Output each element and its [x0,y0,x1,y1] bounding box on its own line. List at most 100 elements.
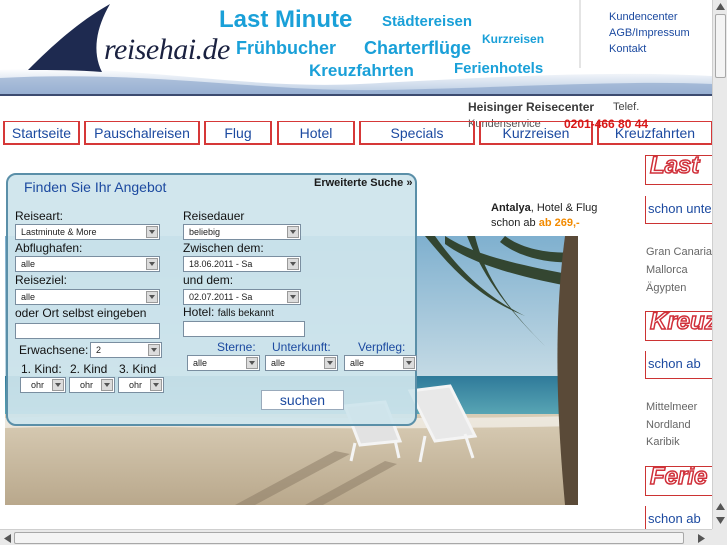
kind2-label: 2. Kind [70,362,108,376]
hotel-input[interactable] [183,321,305,337]
header-link-staedtereisen[interactable]: Städtereisen [382,13,472,30]
sterne-value: alle [193,358,208,368]
scrollbar-corner [712,529,727,545]
reiseart-select[interactable]: Lastminute & More [15,224,160,240]
nav-tab-flug[interactable]: Flug [204,121,272,145]
chevron-down-icon [324,357,336,369]
nav-tab-specials[interactable]: Specials [359,121,475,145]
header-link-last-minute[interactable]: Last Minute [219,6,352,34]
hotel-hint: falls bekannt [217,308,274,319]
unterkunft-value: alle [271,358,286,368]
horizontal-scroll-thumb[interactable] [14,532,684,544]
chevron-down-icon [146,258,158,270]
promo-prefix: schon ab [491,217,536,229]
logo-text[interactable]: reisehai.de [104,33,230,67]
kind2-select[interactable]: ohr [69,377,115,393]
promo-antalya[interactable]: Antalya, Hotel & Flug schon ab ab 269,- [491,201,601,231]
und-date-select[interactable]: 02.07.2011 - Sa [183,289,301,305]
chevron-down-icon [150,379,162,391]
erwachsene-value: 2 [96,345,102,355]
ort-input[interactable] [15,323,160,339]
und-label: und dem: [183,273,234,287]
top-link-kundencenter[interactable]: Kundencenter [609,11,678,23]
zwischen-value: 18.06.2011 - Sa [189,259,253,269]
promo-type: , Hotel & Flug [530,202,598,214]
side-destination-link[interactable]: Mallorca [646,264,688,276]
advanced-search-link[interactable]: Erweiterte Suche » [314,177,412,189]
side-destination-link[interactable]: Ägypten [646,282,686,294]
scroll-right-arrow-icon[interactable] [698,534,705,543]
hotel-label-text: Hotel: [183,305,215,319]
verpfleg-value: alle [350,358,365,368]
kind3-label: 3. Kind [119,362,157,376]
side-banner-ferienhotels-text: Ferie [649,466,708,491]
erwachsene-label: Erwachsene: [19,343,89,357]
header-link-ferienhotels[interactable]: Ferienhotels [454,60,543,77]
reisedauer-select[interactable]: beliebig [183,224,301,240]
side-destination-link[interactable]: Karibik [646,436,680,448]
side-destination-link[interactable]: Mittelmeer [646,401,697,413]
scroll-left-arrow-icon[interactable] [4,534,11,543]
chevron-down-icon [287,226,299,238]
kind1-label: 1. Kind: [21,362,62,376]
kind3-select[interactable]: ohr [118,377,164,393]
sterne-select[interactable]: alle [187,355,260,371]
kind1-value: ohr [31,380,45,390]
horizontal-scrollbar[interactable] [0,529,712,545]
promo-price: ab 269,- [538,217,580,229]
promo-destination: Antalya [491,202,531,214]
telef-label: Telef. [613,101,640,113]
reisedauer-value: beliebig [189,227,221,237]
abflughafen-value: alle [21,259,36,269]
reiseziel-value: alle [21,292,36,302]
side-destination-link[interactable]: Nordland [646,419,691,431]
top-link-kontakt[interactable]: Kontakt [609,43,646,55]
scroll-up-arrow-icon[interactable] [716,3,725,10]
chevron-down-icon [52,379,64,391]
verpfleg-select[interactable]: alle [344,355,417,371]
reisedauer-label: Reisedauer [183,209,245,223]
search-form-title: Finden Sie Ihr Angebot [24,179,167,195]
reisecenter-name: Heisinger Reisecenter [468,100,595,114]
unterkunft-label: Unterkunft: [272,340,331,354]
und-value: 02.07.2011 - Sa [189,292,253,302]
page: reisehai.de Last Minute Städtereisen Frü… [0,0,727,545]
chevron-down-icon [101,379,113,391]
vertical-scrollbar[interactable] [712,0,727,529]
zwischen-date-select[interactable]: 18.06.2011 - Sa [183,256,301,272]
reiseziel-label: Reiseziel: [15,273,68,287]
chevron-down-icon [403,357,415,369]
vertical-scroll-thumb[interactable] [715,14,726,78]
ort-label: oder Ort selbst eingeben [15,306,147,320]
nav-tab-hotel[interactable]: Hotel [277,121,355,145]
header-link-charterfluege[interactable]: Charterflüge [364,38,471,59]
chevron-down-icon [246,357,258,369]
top-link-agb-impressum[interactable]: AGB/Impressum [609,27,690,39]
reiseziel-select[interactable]: alle [15,289,160,305]
hotel-label: Hotel: falls bekannt [183,305,274,319]
abflughafen-select[interactable]: alle [15,256,160,272]
side-destination-link[interactable]: Gran Canaria [646,246,712,258]
scroll-up-arrow-icon[interactable] [716,503,725,510]
search-submit-button[interactable]: suchen [261,390,344,410]
search-form: Finden Sie Ihr Angebot Erweiterte Suche … [6,173,417,426]
nav-tab-pauschalreisen[interactable]: Pauschalreisen [84,121,200,145]
side-banner-lastminute-text: Last [649,155,700,180]
header-link-kurzreisen[interactable]: Kurzreisen [482,32,544,46]
header-link-kreuzfahrten[interactable]: Kreuzfahrten [309,61,414,81]
abflughafen-label: Abflughafen: [15,241,83,255]
chevron-down-icon [148,344,160,356]
kind1-select[interactable]: ohr [20,377,66,393]
nav-tab-startseite[interactable]: Startseite [3,121,80,145]
reiseart-value: Lastminute & More [21,227,97,237]
scroll-down-arrow-icon[interactable] [716,517,725,524]
verpfleg-label: Verpfleg: [358,340,406,354]
chevron-down-icon [146,291,158,303]
reiseart-label: Reiseart: [15,209,64,223]
unterkunft-select[interactable]: alle [265,355,338,371]
chevron-down-icon [287,258,299,270]
sterne-label: Sterne: [217,340,256,354]
header-link-fruehbucher[interactable]: Frühbucher [236,38,336,59]
erwachsene-select[interactable]: 2 [90,342,162,358]
kind3-value: ohr [129,380,143,390]
